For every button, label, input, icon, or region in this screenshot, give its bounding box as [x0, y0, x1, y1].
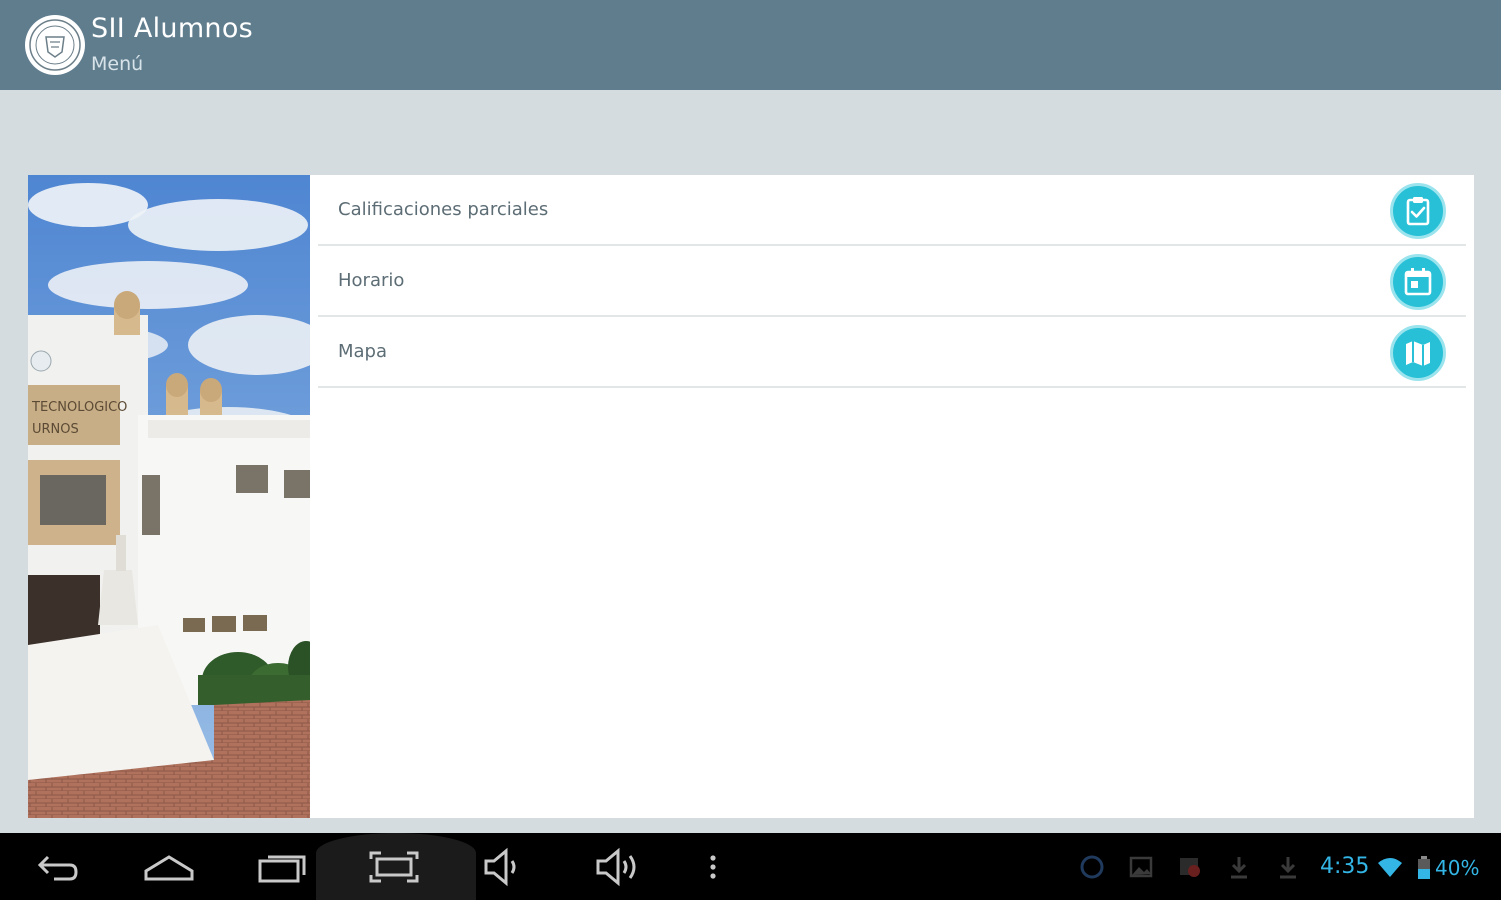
- download-icon: [1225, 853, 1253, 881]
- menu-item-mapa[interactable]: Mapa: [318, 317, 1466, 388]
- menu-card: TECNOLOGICO URNOS Calificaciones parcial…: [28, 175, 1474, 818]
- screenshot-icon[interactable]: [359, 833, 429, 900]
- app-bar: SII Alumnos Menú: [0, 0, 1501, 90]
- status-icons: [1078, 833, 1302, 900]
- menu-item-horario[interactable]: Horario: [318, 246, 1466, 317]
- clipboard-check-icon: [1390, 183, 1446, 239]
- school-seal-logo: [25, 15, 85, 75]
- svg-text:URNOS: URNOS: [32, 422, 79, 437]
- overflow-menu-icon[interactable]: [670, 833, 740, 900]
- notification-icon: [1078, 853, 1106, 881]
- system-navigation-bar: [0, 833, 1501, 900]
- gallery-icon: [1127, 853, 1155, 881]
- svg-text:TECNOLOGICO: TECNOLOGICO: [31, 400, 127, 415]
- menu-item-label: Calificaciones parciales: [338, 199, 549, 220]
- calendar-icon: [1390, 254, 1446, 310]
- menu-item-calificaciones[interactable]: Calificaciones parciales: [318, 175, 1466, 246]
- campus-photo: TECNOLOGICO URNOS: [28, 175, 310, 818]
- download-icon: [1274, 853, 1302, 881]
- app-title: SII Alumnos: [91, 13, 254, 44]
- battery-percentage: 40%: [1435, 856, 1480, 880]
- wifi-icon: [1376, 833, 1404, 900]
- recent-apps-icon[interactable]: [248, 833, 318, 900]
- app-subtitle: Menú: [91, 53, 144, 75]
- volume-down-icon[interactable]: [470, 833, 540, 900]
- home-icon[interactable]: [134, 833, 204, 900]
- menu-item-label: Horario: [338, 270, 405, 291]
- menu-list: Calificaciones parciales Horario Mapa: [318, 175, 1466, 388]
- back-icon[interactable]: [22, 833, 92, 900]
- volume-up-icon[interactable]: [584, 833, 654, 900]
- menu-item-label: Mapa: [338, 341, 388, 362]
- app-update-icon: [1176, 853, 1204, 881]
- map-icon: [1390, 325, 1446, 381]
- status-time: 4:35: [1320, 854, 1370, 879]
